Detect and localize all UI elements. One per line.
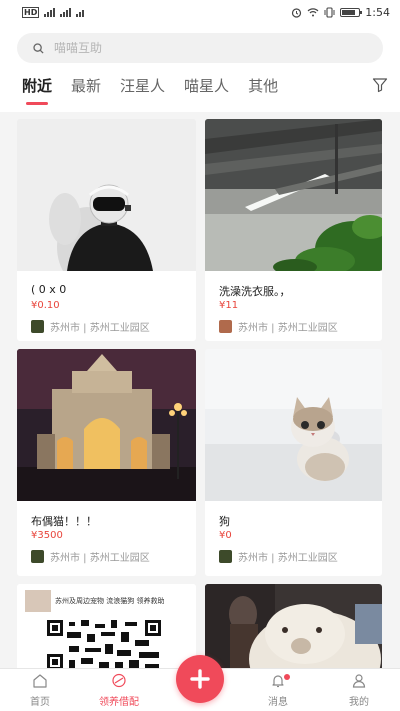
avatar (31, 550, 44, 563)
post-card[interactable]: 苏州及周边宠物 流浪猫狗 领养救助 (17, 584, 196, 668)
screen: HD 1:54 附近 最新 汪星人 喵星人 其他 (0, 0, 400, 711)
nav-label: 首页 (30, 697, 50, 708)
tab-other[interactable]: 其他 (248, 74, 278, 108)
post-image-arch (17, 349, 196, 501)
tab-dogs[interactable]: 汪星人 (120, 74, 165, 108)
post-card[interactable]: 狗 ¥0 苏州市 | 苏州工业园区 (205, 349, 382, 576)
puppy-photo (205, 584, 382, 668)
signal-icon-3 (76, 7, 85, 17)
search-icon (33, 42, 44, 54)
status-left: HD (22, 6, 85, 18)
header: 附近 最新 汪星人 喵星人 其他 (0, 24, 400, 112)
search-bar[interactable] (17, 33, 383, 63)
tab-cats[interactable]: 喵星人 (184, 74, 229, 108)
post-image-astronaut (17, 119, 196, 271)
location-text: 苏州市 | 苏州工业园区 (238, 553, 338, 564)
vibrate-icon (324, 6, 335, 18)
post-title: 狗 (219, 515, 230, 528)
post-location: 苏州市 | 苏州工业园区 (31, 549, 196, 564)
category-tabs: 附近 最新 汪星人 喵星人 其他 (0, 74, 400, 108)
nav-label: 领养借配 (99, 697, 139, 708)
home-icon (33, 674, 47, 688)
post-card[interactable] (205, 584, 382, 668)
nav-home[interactable]: 首页 (10, 673, 70, 708)
location-text: 苏州市 | 苏州工业园区 (238, 323, 338, 334)
poster-header: 苏州及周边宠物 流浪猫狗 领养救助 (17, 584, 196, 618)
status-right: 1:54 (291, 6, 390, 19)
post-image-office (205, 119, 382, 271)
post-price: ¥3500 (31, 530, 63, 541)
post-price: ¥0.10 (31, 300, 60, 311)
wifi-icon (307, 8, 319, 17)
nav-messages[interactable]: 消息 (248, 673, 308, 708)
tab-nearby[interactable]: 附近 (22, 74, 52, 108)
battery-icon (340, 7, 363, 17)
nav-label: 我的 (349, 697, 369, 708)
post-card[interactable]: 布偶猫！！！ ¥3500 苏州市 | 苏州工业园区 (17, 349, 196, 576)
post-image-poster: 苏州及周边宠物 流浪猫狗 领养救助 (17, 584, 196, 668)
post-image-puppy (205, 584, 382, 668)
poster-photo (25, 590, 51, 612)
post-card[interactable]: 洗澡洗衣服。， ¥11 苏州市 | 苏州工业园区 (205, 119, 382, 341)
nav-adopt[interactable]: 领养借配 (89, 673, 149, 708)
filter-icon[interactable] (372, 77, 388, 93)
user-icon (352, 674, 366, 688)
nav-label: 消息 (268, 697, 288, 708)
search-input[interactable] (54, 41, 334, 55)
qr-code (45, 618, 165, 668)
signal-icon-2 (60, 7, 72, 17)
post-location: 苏州市 | 苏州工业园区 (219, 549, 382, 564)
tab-latest[interactable]: 最新 (71, 74, 101, 108)
post-card[interactable]: ( 0 x 0 ¥0.10 苏州市 | 苏州工业园区 (17, 119, 196, 341)
avatar (219, 320, 232, 333)
signal-icon (44, 7, 56, 17)
arch-photo (17, 349, 196, 501)
notification-dot (284, 674, 290, 680)
office-photo (205, 119, 382, 271)
location-text: 苏州市 | 苏州工业园区 (50, 323, 150, 334)
status-time: 1:54 (365, 5, 390, 19)
avatar (219, 550, 232, 563)
carrier-badge: HD (22, 6, 40, 18)
location-text: 苏州市 | 苏州工业园区 (50, 553, 150, 564)
adopt-icon (112, 673, 126, 688)
post-price: ¥0 (219, 530, 232, 541)
avatar (31, 320, 44, 333)
poster-text: 苏州及周边宠物 流浪猫狗 领养救助 (55, 596, 165, 605)
plus-icon (190, 669, 210, 689)
publish-button[interactable] (176, 655, 224, 703)
post-image-kitten (205, 349, 382, 501)
kitten-photo (205, 349, 382, 501)
post-title: ( 0 x 0 (31, 283, 67, 296)
astronaut-photo (17, 119, 196, 271)
post-title: 布偶猫！！！ (31, 515, 97, 528)
post-grid: ( 0 x 0 ¥0.10 苏州市 | 苏州工业园区 洗澡洗衣服。， ¥11 苏… (0, 112, 400, 668)
alarm-icon (292, 7, 302, 18)
post-location: 苏州市 | 苏州工业园区 (219, 319, 382, 334)
post-title: 洗澡洗衣服。， (219, 285, 291, 298)
nav-profile[interactable]: 我的 (329, 673, 389, 708)
post-location: 苏州市 | 苏州工业园区 (31, 319, 196, 334)
status-bar: HD 1:54 (0, 0, 400, 24)
post-price: ¥11 (219, 300, 239, 311)
